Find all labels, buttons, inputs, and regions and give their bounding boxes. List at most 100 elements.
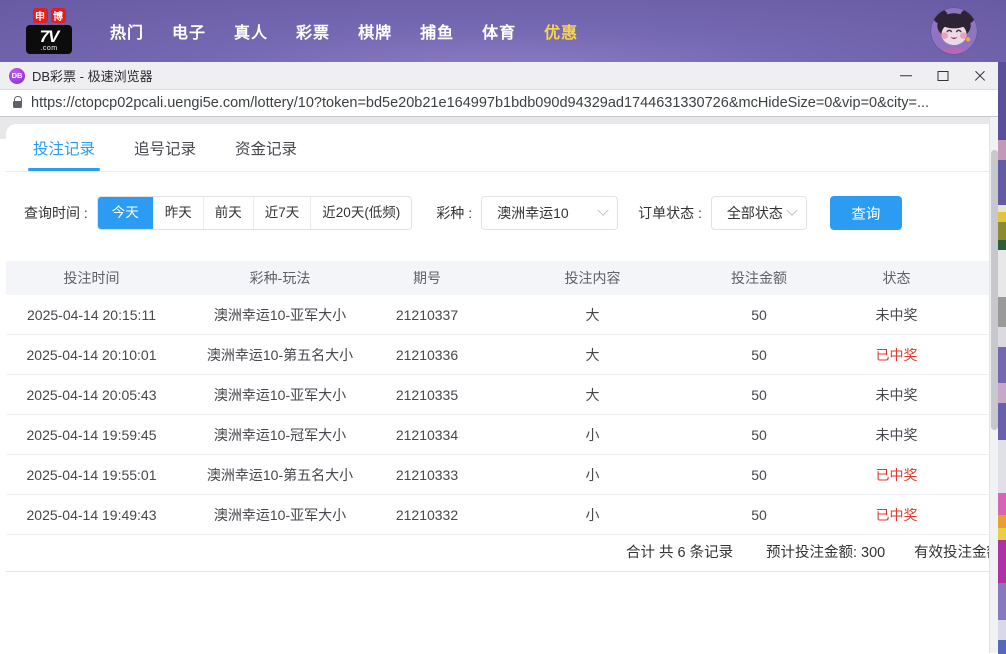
cell-bet-time: 2025-04-14 20:05:43 (6, 387, 177, 403)
order-status-select-value: 全部状态 (727, 203, 783, 223)
scrollbar-thumb[interactable] (991, 150, 998, 430)
logo-box: 7V .com (26, 25, 72, 54)
cell-issue: 21210332 (383, 507, 471, 523)
cell-bet-amount: 50 (714, 427, 804, 443)
content-top-background (0, 117, 989, 124)
table-header: 投注时间 彩种-玩法 期号 投注内容 投注金额 状态 (6, 261, 989, 295)
browser-title-bar: DB DB彩票 - 极速浏览器 (0, 62, 998, 90)
lottery-filter-label: 彩种 : (436, 203, 472, 223)
lock-icon (13, 101, 22, 108)
cell-bet-amount: 50 (714, 387, 804, 403)
cell-game-play: 澳洲幸运10-第五名大小 (177, 345, 383, 365)
nav-item-cards[interactable]: 棋牌 (358, 19, 392, 43)
table-summary: 合计 共 6 条记录 预计投注金额: 300 有效投注金额 (6, 535, 989, 572)
site-nav-menu: 热门 电子 真人 彩票 棋牌 捕鱼 体育 优惠 (110, 19, 578, 43)
time-filter-label: 查询时间 : (24, 203, 88, 223)
tab-bet-records[interactable]: 投注记录 (30, 124, 98, 171)
order-status-filter-label: 订单状态 : (638, 203, 702, 223)
user-avatar[interactable] (930, 7, 978, 55)
nav-item-promos[interactable]: 优惠 (544, 19, 578, 43)
bet-records-table: 投注时间 彩种-玩法 期号 投注内容 投注金额 状态 2025-04-14 20… (6, 261, 989, 572)
time-option-today[interactable]: 今天 (98, 196, 153, 230)
cell-game-play: 澳洲幸运10-亚军大小 (177, 305, 383, 325)
logo-badge-left: 申 (33, 8, 48, 23)
nav-item-fishing[interactable]: 捕鱼 (420, 19, 454, 43)
chevron-down-icon (786, 205, 797, 216)
nav-item-hot[interactable]: 热门 (110, 19, 144, 43)
tab-chase-records[interactable]: 追号记录 (131, 124, 199, 171)
tab-fund-records[interactable]: 资金记录 (232, 124, 300, 171)
table-row: 2025-04-14 20:05:43 澳洲幸运10-亚军大小 21210335… (6, 375, 989, 415)
table-row: 2025-04-14 19:55:01 澳洲幸运10-第五名大小 2121033… (6, 455, 989, 495)
cell-issue: 21210333 (383, 467, 471, 483)
background-page-strip (998, 62, 1006, 654)
cell-bet-content: 大 (471, 305, 714, 325)
cell-bet-amount: 50 (714, 467, 804, 483)
logo-suffix-text: .com (40, 45, 57, 52)
column-bet-time: 投注时间 (6, 268, 177, 288)
time-option-last-7-days[interactable]: 近7天 (253, 197, 311, 229)
table-body: 2025-04-14 20:15:11 澳洲幸运10-亚军大小 21210337… (6, 295, 989, 535)
record-tabs: 投注记录 追号记录 资金记录 (6, 124, 989, 172)
close-icon[interactable] (961, 62, 998, 89)
nav-item-sports[interactable]: 体育 (482, 19, 516, 43)
cell-bet-content: 小 (471, 425, 714, 445)
table-row: 2025-04-14 19:49:43 澳洲幸运10-亚军大小 21210332… (6, 495, 989, 535)
table-row: 2025-04-14 20:15:11 澳洲幸运10-亚军大小 21210337… (6, 295, 989, 335)
cell-status: 已中奖 (804, 465, 989, 485)
logo-badge-right: 博 (51, 8, 66, 23)
cell-bet-content: 小 (471, 505, 714, 525)
lottery-select-value: 澳洲幸运10 (497, 203, 569, 223)
summary-expected-amount: 预计投注金额: 300 (766, 535, 885, 572)
window-title: DB彩票 - 极速浏览器 (32, 66, 153, 85)
cell-status: 已中奖 (804, 345, 989, 365)
column-status: 状态 (804, 268, 989, 288)
cell-status: 未中奖 (804, 305, 989, 325)
site-header: 申 博 7V .com 热门 电子 真人 彩票 棋牌 捕鱼 体育 优惠 (0, 0, 1006, 62)
cell-bet-amount: 50 (714, 347, 804, 363)
avatar-image (930, 7, 978, 55)
page-content: 投注记录 追号记录 资金记录 查询时间 : 今天 昨天 前天 近7天 近20天(… (0, 117, 998, 653)
column-game-play: 彩种-玩法 (177, 268, 383, 288)
cell-issue: 21210337 (383, 307, 471, 323)
cell-status: 未中奖 (804, 385, 989, 405)
logo-main-text: 7V (40, 28, 59, 45)
vertical-scrollbar[interactable] (989, 117, 998, 653)
nav-item-live[interactable]: 真人 (234, 19, 268, 43)
cell-bet-amount: 50 (714, 307, 804, 323)
chevron-down-icon (597, 205, 608, 216)
summary-valid-amount: 有效投注金额 (914, 535, 989, 572)
nav-item-lottery[interactable]: 彩票 (296, 19, 330, 43)
cell-bet-time: 2025-04-14 19:55:01 (6, 467, 177, 483)
cell-game-play: 澳洲幸运10-亚军大小 (177, 385, 383, 405)
url-text: https://ctopcp02pcali.uengi5e.com/lotter… (31, 95, 929, 111)
column-bet-content: 投注内容 (471, 268, 714, 288)
filter-bar: 查询时间 : 今天 昨天 前天 近7天 近20天(低频) 彩种 : 澳洲幸运10… (6, 195, 989, 231)
site-logo[interactable]: 申 博 7V .com (26, 8, 72, 54)
lottery-select[interactable]: 澳洲幸运10 (481, 196, 618, 230)
cell-game-play: 澳洲幸运10-第五名大小 (177, 465, 383, 485)
nav-item-slots[interactable]: 电子 (172, 19, 206, 43)
time-option-yesterday[interactable]: 昨天 (153, 197, 203, 229)
url-bar[interactable]: https://ctopcp02pcali.uengi5e.com/lotter… (0, 90, 998, 117)
time-filter-group: 今天 昨天 前天 近7天 近20天(低频) (97, 196, 413, 230)
maximize-icon[interactable] (924, 62, 961, 89)
cell-bet-content: 大 (471, 385, 714, 405)
cell-status: 未中奖 (804, 425, 989, 445)
search-button[interactable]: 查询 (830, 196, 902, 230)
cell-bet-amount: 50 (714, 507, 804, 523)
screen: 申 博 7V .com 热门 电子 真人 彩票 棋牌 捕鱼 体育 优惠 (0, 0, 1006, 654)
time-option-last-20-days[interactable]: 近20天(低频) (310, 197, 411, 229)
logo-badges: 申 博 (33, 8, 66, 23)
cell-bet-time: 2025-04-14 20:10:01 (6, 347, 177, 363)
time-option-day-before[interactable]: 前天 (203, 197, 253, 229)
cell-bet-content: 大 (471, 345, 714, 365)
minimize-icon[interactable] (887, 62, 924, 89)
cell-game-play: 澳洲幸运10-冠军大小 (177, 425, 383, 445)
column-issue: 期号 (383, 268, 471, 288)
records-panel: 投注记录 追号记录 资金记录 查询时间 : 今天 昨天 前天 近7天 近20天(… (6, 124, 989, 653)
browser-window: DB DB彩票 - 极速浏览器 https://ctopcp02pcali.ue… (0, 62, 998, 654)
order-status-select[interactable]: 全部状态 (711, 196, 807, 230)
cell-issue: 21210334 (383, 427, 471, 443)
cell-issue: 21210335 (383, 387, 471, 403)
